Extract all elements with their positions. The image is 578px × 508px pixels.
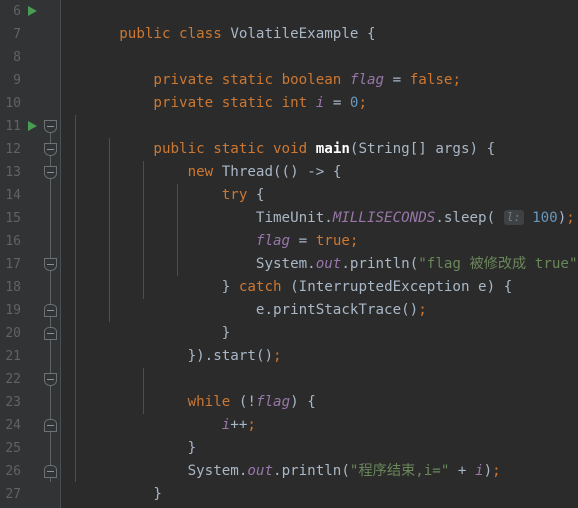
code-line-6[interactable]: public class VolatileExample {	[61, 0, 375, 42]
code-line-17[interactable]: } catch (InterruptedException e) {	[61, 253, 512, 295]
line-number: 17	[5, 257, 21, 272]
code-line-15[interactable]: flag = true;	[61, 207, 359, 249]
editor-gutter[interactable]: 6 7 8 9 10 11 12 13 14 15 16 17 18 19 20…	[0, 0, 61, 508]
gutter-line-16: 16	[0, 230, 61, 253]
run-marker-icon[interactable]	[28, 121, 37, 131]
gutter-line-22: 22	[0, 368, 61, 391]
code-editor[interactable]: 6 7 8 9 10 11 12 13 14 15 16 17 18 19 20…	[0, 0, 578, 508]
code-line-8[interactable]: private static boolean flag = false;	[61, 46, 461, 88]
code-line-14[interactable]: TimeUnit.MILLISECONDS.sleep( l: 100);	[61, 184, 575, 226]
code-line-9[interactable]: private static int i = 0;	[61, 69, 367, 111]
line-number: 26	[5, 464, 21, 479]
fold-toggle-icon[interactable]	[44, 465, 57, 478]
line-number: 11	[5, 119, 21, 134]
fold-toggle-icon[interactable]	[44, 143, 57, 156]
gutter-line-14: 14	[0, 184, 61, 207]
code-line-26[interactable]: }	[61, 460, 162, 502]
inlay-parameter-hint: l:	[503, 210, 524, 225]
gutter-line-21: 21	[0, 345, 61, 368]
line-number: 16	[5, 234, 21, 249]
gutter-line-23: 23	[0, 391, 61, 414]
line-number: 18	[5, 280, 21, 295]
gutter-line-7: 7	[0, 23, 61, 46]
fold-toggle-icon[interactable]	[44, 120, 57, 133]
code-line-20[interactable]: }).start();	[61, 322, 282, 364]
line-number: 19	[5, 303, 21, 318]
gutter-line-17: 17	[0, 253, 61, 276]
line-number: 6	[13, 4, 21, 19]
gutter-line-24: 24	[0, 414, 61, 437]
gutter-line-13: 13	[0, 161, 61, 184]
gutter-line-27: 27	[0, 483, 61, 506]
fold-toggle-icon[interactable]	[44, 304, 57, 317]
gutter-line-19: 19	[0, 299, 61, 322]
line-number: 7	[13, 27, 21, 42]
fold-toggle-icon[interactable]	[44, 373, 57, 386]
code-line-23[interactable]: i++;	[61, 391, 256, 433]
line-number: 27	[5, 487, 21, 502]
fold-toggle-icon[interactable]	[44, 258, 57, 271]
line-number: 22	[5, 372, 21, 387]
line-number: 23	[5, 395, 21, 410]
gutter-line-12: 12	[0, 138, 61, 161]
gutter-line-15: 15	[0, 207, 61, 230]
code-line-22[interactable]: while (!flag) {	[61, 368, 316, 410]
code-line-11[interactable]: public static void main(String[] args) {	[61, 115, 495, 157]
gutter-line-11: 11	[0, 115, 61, 138]
line-number: 24	[5, 418, 21, 433]
code-line-27[interactable]: }	[61, 483, 128, 506]
line-number: 21	[5, 349, 21, 364]
code-line-16[interactable]: System.out.println("flag flag 被修改成 true被…	[61, 230, 578, 272]
code-line-19[interactable]: }	[61, 299, 231, 341]
line-number: 12	[5, 142, 21, 157]
gutter-line-26: 26	[0, 460, 61, 483]
code-line-25[interactable]: System.out.println("程序结束,i=" + i);	[61, 437, 501, 479]
gutter-line-20: 20	[0, 322, 61, 345]
gutter-line-9: 9	[0, 69, 61, 92]
code-line-12[interactable]: new Thread(() -> {	[61, 138, 342, 180]
code-area[interactable]: public class VolatileExample { private s…	[61, 0, 578, 508]
gutter-line-25: 25	[0, 437, 61, 460]
code-line-18[interactable]: e.printStackTrace();	[61, 276, 427, 318]
line-number: 9	[13, 73, 21, 88]
line-number: 20	[5, 326, 21, 341]
line-number: 10	[5, 96, 21, 111]
code-line-7[interactable]	[61, 23, 68, 46]
line-number: 8	[13, 50, 21, 65]
line-number: 13	[5, 165, 21, 180]
code-line-24[interactable]: }	[61, 414, 197, 456]
gutter-line-18: 18	[0, 276, 61, 299]
run-marker-icon[interactable]	[28, 6, 37, 16]
gutter-line-10: 10	[0, 92, 61, 115]
gutter-line-8: 8	[0, 46, 61, 69]
code-line-10[interactable]	[61, 92, 68, 115]
line-number: 15	[5, 211, 21, 226]
line-number: 25	[5, 441, 21, 456]
line-number: 14	[5, 188, 21, 203]
fold-toggle-icon[interactable]	[44, 419, 57, 432]
code-line-13[interactable]: try {	[61, 161, 265, 203]
fold-toggle-icon[interactable]	[44, 166, 57, 179]
code-line-21[interactable]	[61, 345, 68, 368]
gutter-line-6: 6	[0, 0, 61, 23]
fold-toggle-icon[interactable]	[44, 327, 57, 340]
